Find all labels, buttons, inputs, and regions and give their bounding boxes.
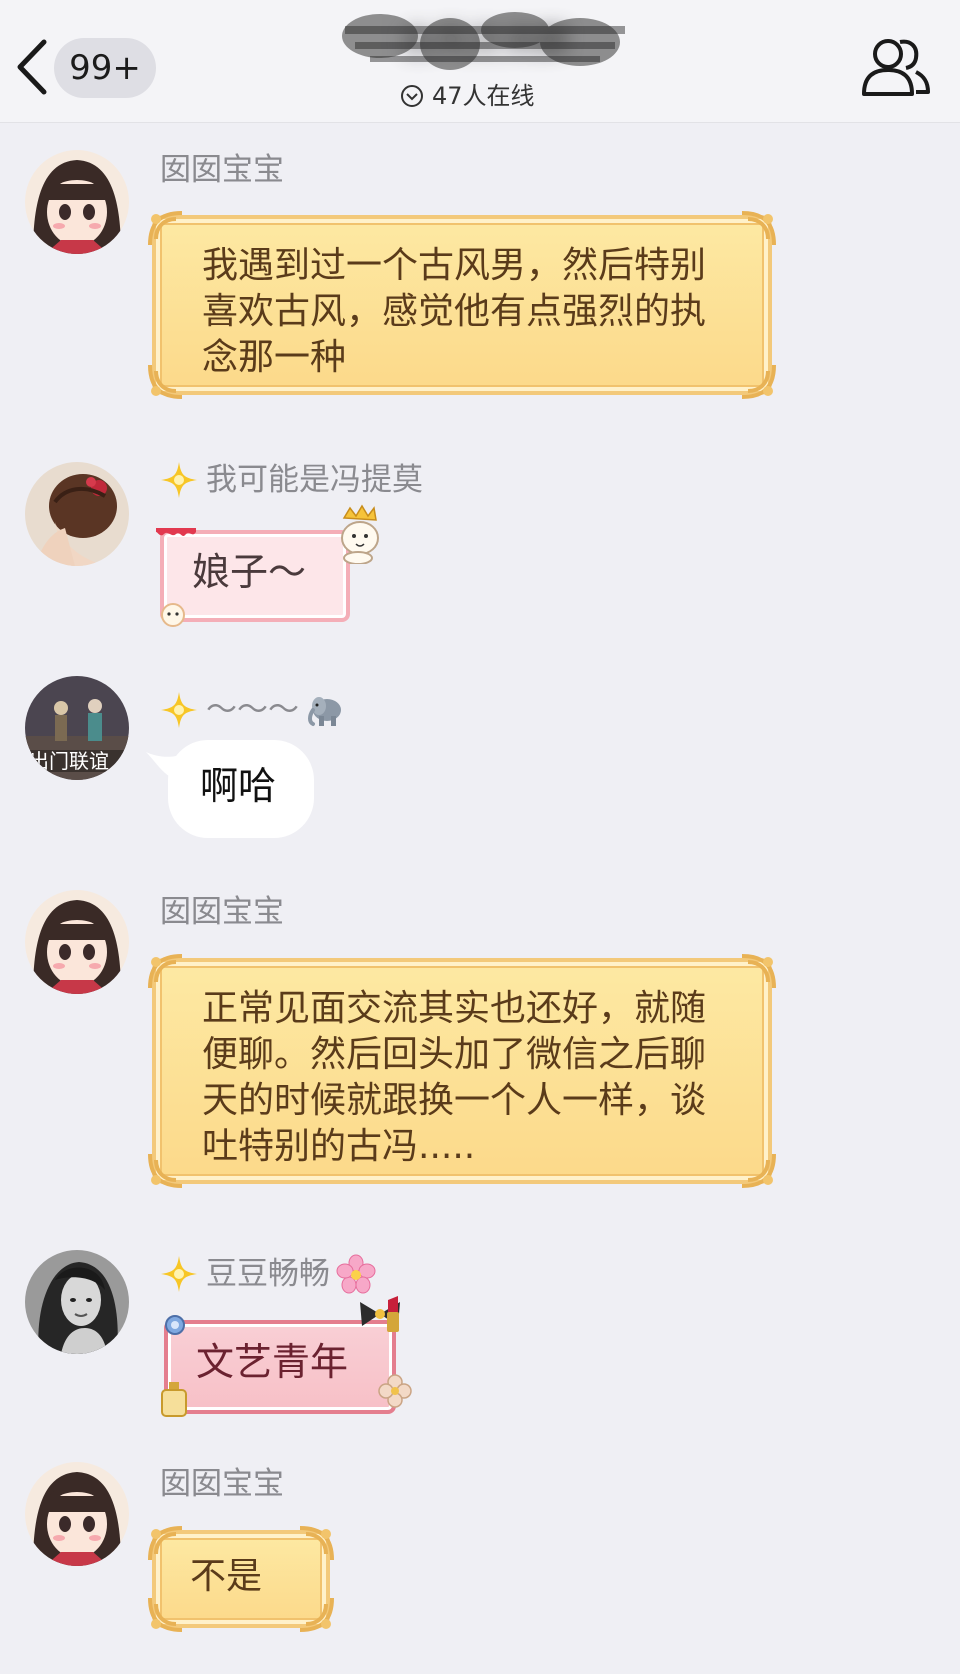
message-bubble[interactable]: 文艺青年	[164, 1320, 396, 1414]
group-title[interactable]: 古风交流群	[340, 16, 630, 68]
message-text: 啊哈	[200, 764, 277, 808]
sender-name: 我可能是冯提莫	[206, 462, 423, 498]
avatar-caption: 出门联谊	[29, 749, 109, 773]
avatar-nannan[interactable]	[25, 150, 129, 254]
message-bubble[interactable]: 正常见面交流其实也还好，就随便聊。然后回头加了微信之后聊天的时候就跟换一个人一样…	[148, 954, 776, 1188]
ornament-icon	[741, 1153, 776, 1188]
lipstick-icon	[387, 1296, 399, 1332]
sender-name[interactable]: 囡囡宝宝	[160, 892, 284, 932]
ornament-icon	[148, 1526, 183, 1561]
gem-flower-icon	[165, 1315, 185, 1335]
avatar-nannan[interactable]	[25, 1462, 129, 1566]
ornament-icon	[148, 364, 183, 399]
sparkle-star-icon	[161, 1256, 197, 1292]
message-bubble[interactable]: 啊哈	[168, 740, 314, 838]
sender-name[interactable]: 囡囡宝宝	[160, 150, 284, 190]
cherry-blossom-emoji-icon	[336, 1254, 376, 1294]
ornament-icon	[299, 1597, 334, 1632]
chevron-left-icon	[17, 39, 47, 95]
chat-screen: 99+ 古风交流群 47人在线 囡囡宝宝 我遇到过一个古风男，然后特别喜欢古风，…	[0, 0, 960, 1674]
perfume-bottle-icon	[161, 1382, 187, 1417]
online-status[interactable]: 47人在线	[400, 78, 535, 114]
sender-row[interactable]: 豆豆畅畅	[160, 1254, 376, 1294]
sender-name: 豆豆畅畅	[206, 1256, 330, 1292]
message-text: 娘子～	[192, 550, 307, 594]
ornament-icon	[148, 211, 183, 246]
message-text: 不是	[190, 1556, 263, 1597]
chat-header: 99+ 古风交流群 47人在线	[0, 0, 960, 123]
ornament-icon	[741, 364, 776, 399]
message-bubble[interactable]: 娘子～	[156, 528, 350, 627]
message-text: 正常见面交流其实也还好，就随便聊。然后回头加了微信之后聊天的时候就跟换一个人一样…	[202, 988, 707, 1167]
avatar-fengtimo[interactable]	[25, 462, 129, 566]
ornament-icon	[299, 1526, 334, 1561]
sender-name[interactable]: 囡囡宝宝	[160, 1464, 284, 1504]
sender-row[interactable]: 我可能是冯提莫	[160, 460, 423, 500]
message-text: 我遇到过一个古风男，然后特别喜欢古风，感觉他有点强烈的执念那一种	[202, 245, 707, 378]
ornament-icon	[741, 954, 776, 989]
ornament-icon	[148, 954, 183, 989]
group-members-icon	[862, 39, 930, 96]
drip-decoration-icon	[156, 528, 196, 536]
woman-photo-avatar-icon	[25, 1250, 129, 1354]
cat-sticker-icon	[161, 603, 185, 627]
sender-name: ～～～	[206, 692, 299, 728]
sparkle-star-icon	[161, 692, 197, 728]
chevron-circle-down-icon	[401, 85, 423, 107]
flower-icon	[378, 1374, 412, 1408]
girl-avatar-icon	[25, 890, 129, 994]
sender-row[interactable]: ～～～	[160, 690, 345, 730]
message-text: 文艺青年	[196, 1340, 349, 1384]
ornament-icon	[148, 1153, 183, 1188]
ornament-icon	[741, 211, 776, 246]
online-count: 47人在线	[432, 82, 535, 110]
avatar-doudou[interactable]	[25, 1250, 129, 1354]
avatar-tilde[interactable]: 出门联谊	[25, 676, 129, 780]
girl-avatar-icon	[25, 150, 129, 254]
avatar-nannan[interactable]	[25, 890, 129, 994]
hairstyle-avatar-icon	[25, 462, 129, 566]
group-members-button[interactable]	[858, 34, 932, 104]
ornament-icon	[148, 1597, 183, 1632]
message-bubble[interactable]: 我遇到过一个古风男，然后特别喜欢古风，感觉他有点强烈的执念那一种	[148, 211, 776, 399]
back-button[interactable]	[10, 36, 54, 98]
elephant-emoji-icon	[308, 697, 341, 726]
message-bubble[interactable]: 不是	[148, 1526, 334, 1632]
sparkle-star-icon	[161, 462, 197, 498]
crown-cat-sticker-icon	[341, 504, 379, 564]
girl-avatar-icon	[25, 1462, 129, 1566]
unread-badge[interactable]: 99+	[54, 38, 156, 98]
